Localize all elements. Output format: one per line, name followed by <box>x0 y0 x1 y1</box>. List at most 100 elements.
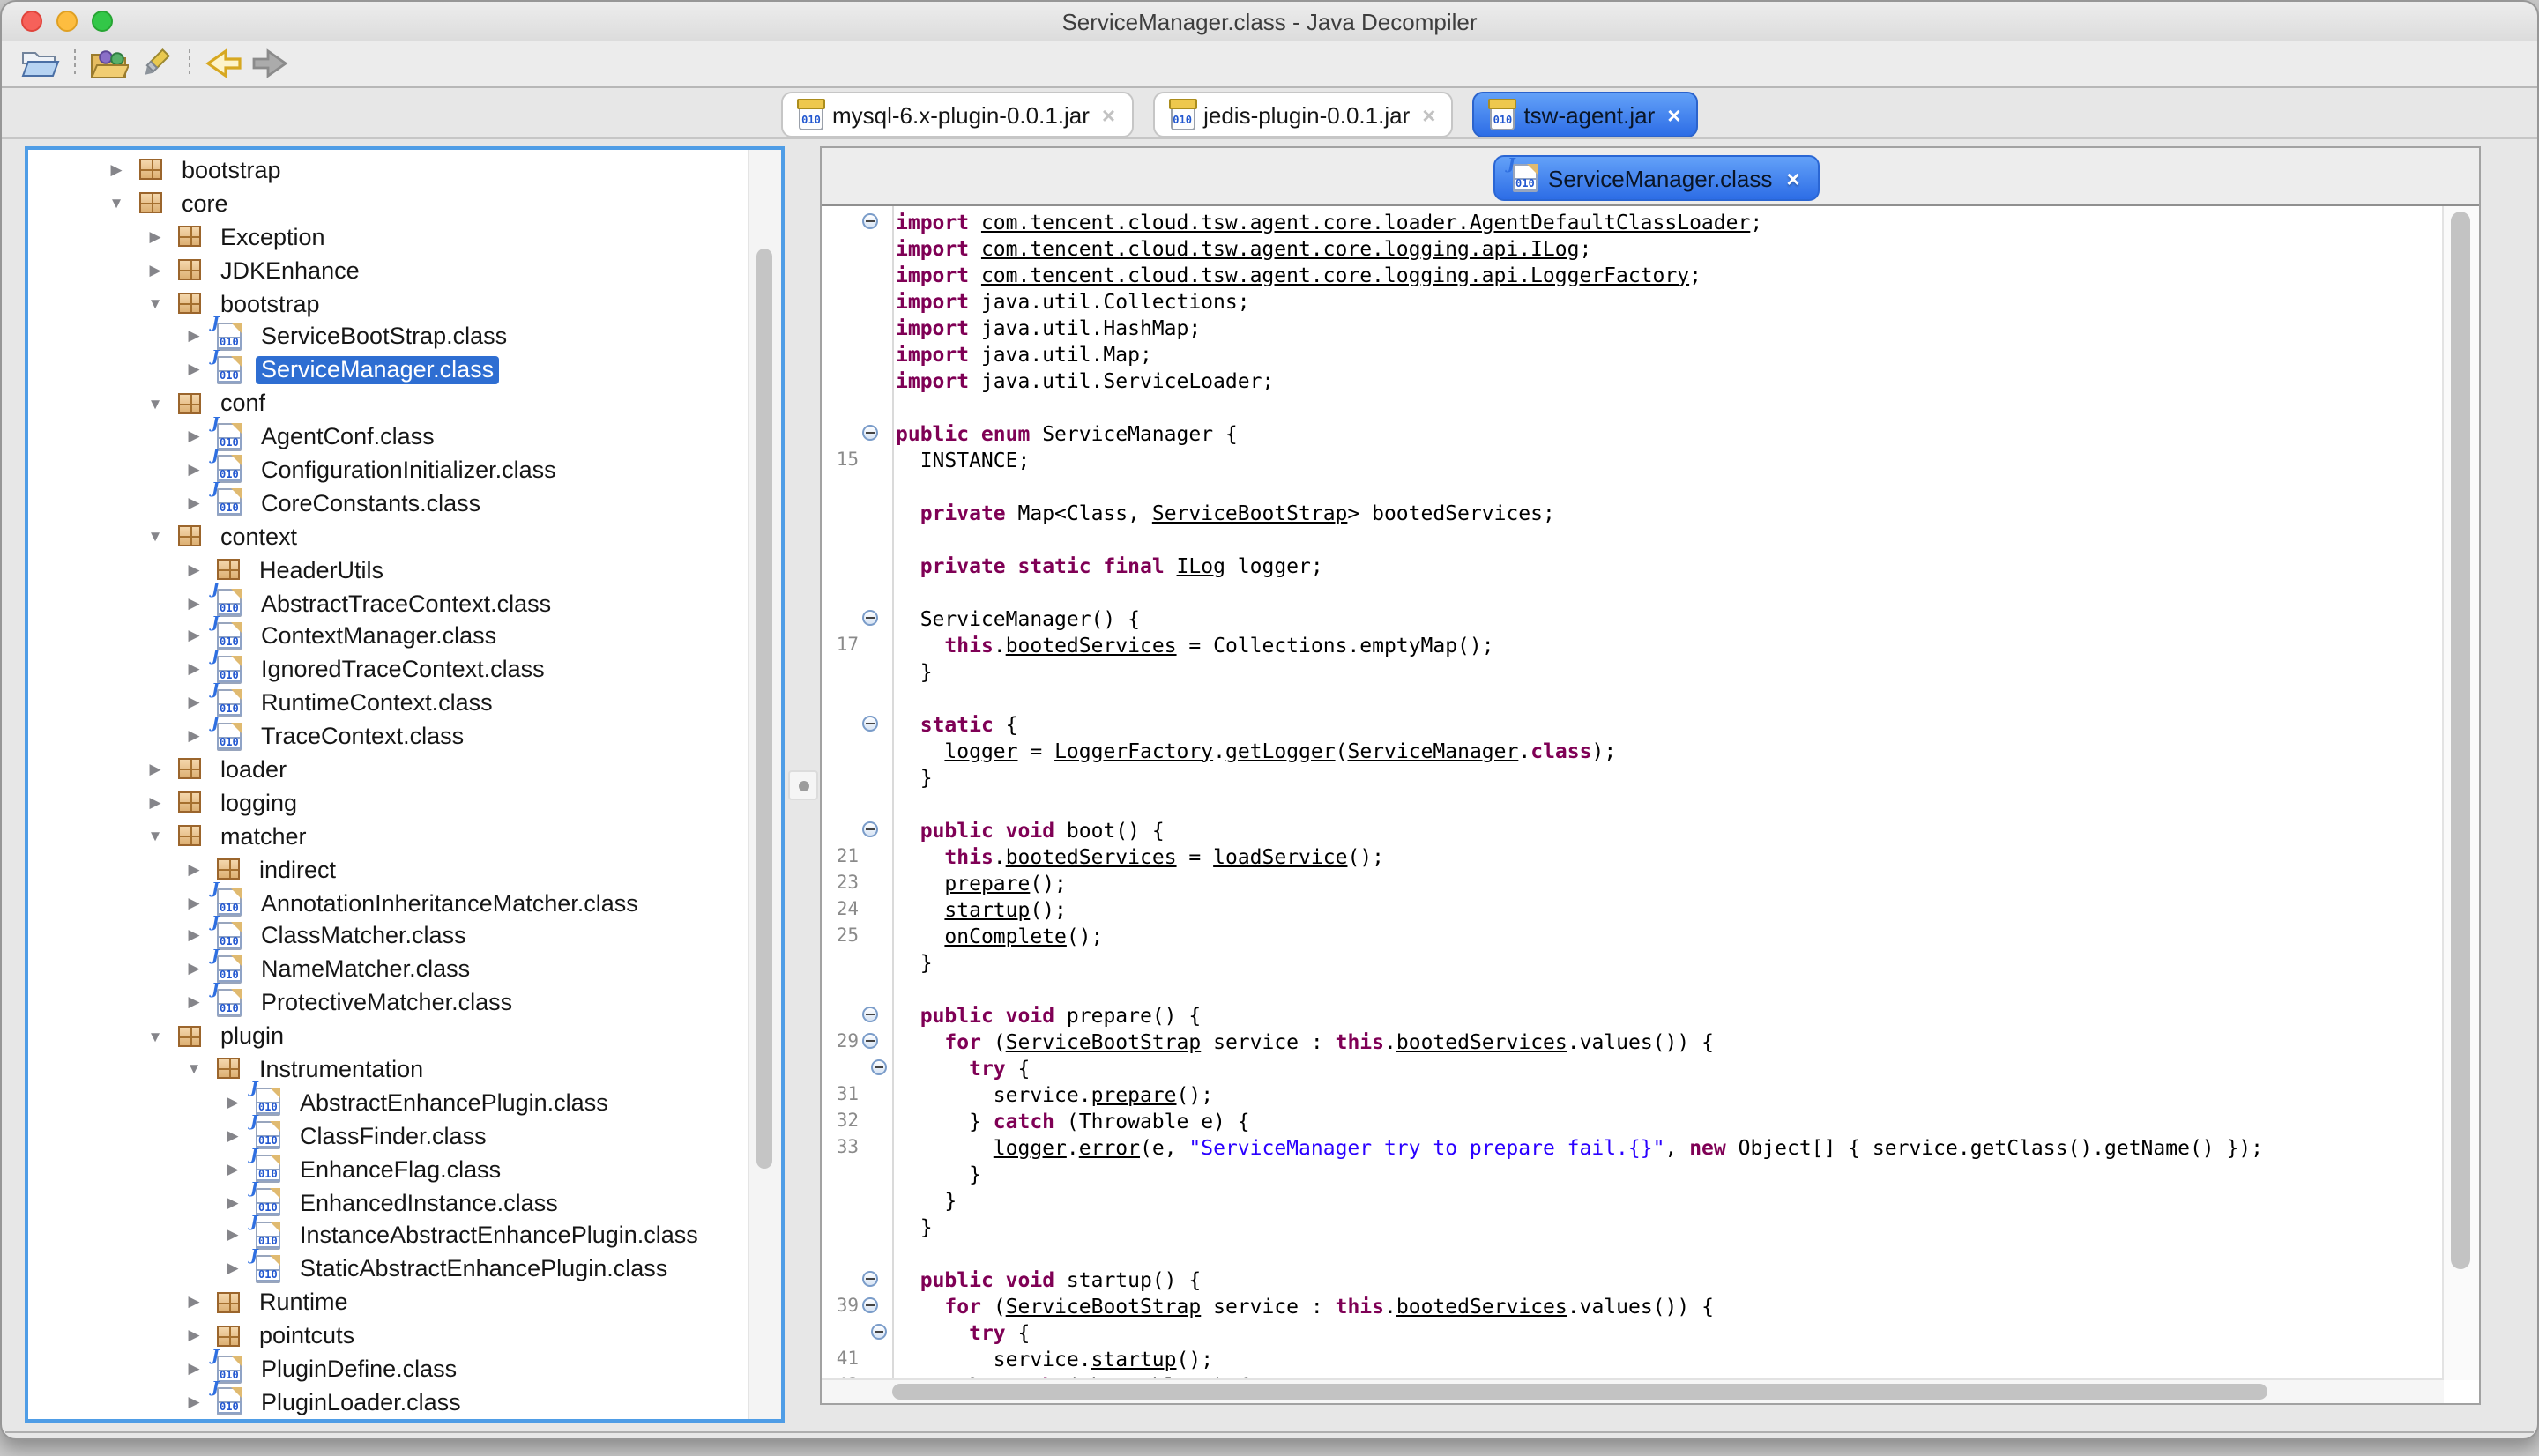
disclosure-triangle-icon[interactable]: ▶ <box>146 760 164 779</box>
tree-item[interactable]: ▶J010ProtectiveMatcher.class <box>28 986 749 1020</box>
tree-item[interactable]: ▶JDKEnhance <box>28 253 749 286</box>
tree-item[interactable]: ▶J010ContextManager.class <box>28 620 749 653</box>
open-file-button[interactable] <box>18 44 63 83</box>
disclosure-triangle-icon[interactable]: ▶ <box>185 327 203 346</box>
disclosure-triangle-icon[interactable]: ▶ <box>185 494 203 513</box>
tree-item[interactable]: ▼matcher <box>28 820 749 853</box>
code-link[interactable]: onComplete <box>944 923 1067 947</box>
open-type-button[interactable] <box>86 44 132 83</box>
code-link[interactable]: LoggerFactory <box>1054 738 1213 762</box>
code-link[interactable]: ServiceManager <box>1347 738 1518 762</box>
disclosure-triangle-icon[interactable]: ▶ <box>185 992 203 1012</box>
code-link[interactable]: com.tencent.cloud.tsw.agent.core.logging… <box>981 235 1580 260</box>
tree-item[interactable]: ▶J010ServiceManager.class <box>28 353 749 387</box>
disclosure-triangle-icon[interactable]: ▼ <box>146 394 164 412</box>
fold-collapse-icon[interactable] <box>862 1033 878 1049</box>
disclosure-triangle-icon[interactable]: ▶ <box>146 793 164 813</box>
code-link[interactable]: loadService <box>1213 843 1347 868</box>
tree-item[interactable]: ▼bootstrap <box>28 286 749 320</box>
disclosure-triangle-icon[interactable]: ▶ <box>185 693 203 712</box>
editor-hscrollbar-thumb[interactable] <box>892 1384 2267 1400</box>
tree-item[interactable]: ▶J010NameMatcher.class <box>28 953 749 986</box>
disclosure-triangle-icon[interactable]: ▼ <box>146 294 164 312</box>
close-icon[interactable]: × <box>1422 101 1435 128</box>
code-link[interactable]: prepare <box>1091 1081 1177 1106</box>
tree-item[interactable]: ▼core <box>28 187 749 220</box>
disclosure-triangle-icon[interactable]: ▶ <box>185 660 203 680</box>
jar-tab[interactable]: 010jedis-plugin-0.0.1.jar× <box>1152 92 1453 137</box>
code-link[interactable]: bootedServices <box>1396 1293 1567 1318</box>
tree-item[interactable]: ▶loader <box>28 753 749 786</box>
editor-vertical-scrollbar[interactable] <box>2442 206 2479 1380</box>
disclosure-triangle-icon[interactable]: ▶ <box>224 1192 242 1212</box>
disclosure-triangle-icon[interactable]: ▶ <box>185 1359 203 1378</box>
tree-item[interactable]: ▶J010EnhanceFlag.class <box>28 1152 749 1185</box>
tree-item[interactable]: ▶J010StaticAbstractEnhancePlugin.class <box>28 1252 749 1286</box>
tree-item[interactable]: ▶J010ServiceBootStrap.class <box>28 320 749 353</box>
jar-tab[interactable]: 010mysql-6.x-plugin-0.0.1.jar× <box>781 92 1133 137</box>
disclosure-triangle-icon[interactable]: ▶ <box>108 160 125 180</box>
tree-item[interactable]: ▶J010AnnotationInheritanceMatcher.class <box>28 886 749 919</box>
disclosure-triangle-icon[interactable]: ▶ <box>185 726 203 746</box>
disclosure-triangle-icon[interactable]: ▶ <box>146 227 164 246</box>
disclosure-triangle-icon[interactable]: ▶ <box>185 893 203 912</box>
code-link[interactable]: startup <box>944 896 1030 921</box>
code-link[interactable]: ServiceBootStrap <box>1006 1293 1202 1318</box>
tree-item[interactable]: ▼Instrumentation <box>28 1052 749 1086</box>
tree-item[interactable]: ▶J010InstanceAbstractEnhancePlugin.class <box>28 1219 749 1252</box>
disclosure-triangle-icon[interactable]: ▶ <box>224 1259 242 1279</box>
disclosure-triangle-icon[interactable]: ▶ <box>185 1393 203 1412</box>
tree-item[interactable]: ▶Exception <box>28 220 749 254</box>
tree-item[interactable]: ▶J010PluginDefine.class <box>28 1352 749 1385</box>
back-button[interactable] <box>201 44 247 83</box>
disclosure-triangle-icon[interactable]: ▶ <box>185 593 203 613</box>
fold-collapse-icon[interactable] <box>862 1297 878 1313</box>
fold-collapse-icon[interactable] <box>862 1007 878 1022</box>
disclosure-triangle-icon[interactable]: ▼ <box>146 828 164 845</box>
tree-item[interactable]: ▶J010EnhancedInstance.class <box>28 1185 749 1219</box>
tree-item[interactable]: ▶HeaderUtils <box>28 553 749 586</box>
disclosure-triangle-icon[interactable]: ▶ <box>224 1093 242 1112</box>
tree-item[interactable]: ▶J010PluginLoader.class <box>28 1385 749 1419</box>
code-link[interactable]: ILog <box>1177 553 1225 577</box>
disclosure-triangle-icon[interactable]: ▶ <box>185 1292 203 1311</box>
code-link[interactable]: logger <box>994 1134 1067 1159</box>
tree-item[interactable]: ▼context <box>28 520 749 553</box>
editor-tab-servicemanager[interactable]: J010 ServiceManager.class × <box>1493 155 1820 201</box>
disclosure-triangle-icon[interactable]: ▼ <box>146 527 164 545</box>
disclosure-triangle-icon[interactable]: ▼ <box>108 195 125 212</box>
disclosure-triangle-icon[interactable]: ▶ <box>185 560 203 579</box>
code-link[interactable]: error <box>1079 1134 1140 1159</box>
code-link[interactable]: logger <box>944 738 1017 762</box>
code-link[interactable]: startup <box>1091 1346 1177 1371</box>
disclosure-triangle-icon[interactable]: ▶ <box>224 1159 242 1178</box>
tree-item[interactable]: ▶J010RuntimeContext.class <box>28 687 749 720</box>
tree-item[interactable]: ▼conf <box>28 386 749 420</box>
disclosure-triangle-icon[interactable]: ▼ <box>146 1027 164 1044</box>
code-link[interactable]: ServiceBootStrap <box>1006 1029 1202 1053</box>
tree-item[interactable]: ▶logging <box>28 786 749 820</box>
tree-item[interactable]: ▶pointcuts <box>28 1319 749 1352</box>
disclosure-triangle-icon[interactable]: ▶ <box>185 960 203 979</box>
close-icon[interactable]: × <box>1102 101 1115 128</box>
disclosure-triangle-icon[interactable]: ▶ <box>185 427 203 446</box>
package-tree[interactable]: ▶bootstrap▼core▶Exception▶JDKEnhance▼boo… <box>28 150 749 1419</box>
tree-item[interactable]: ▼plugin <box>28 1019 749 1052</box>
code-link[interactable]: bootedServices <box>1006 632 1177 657</box>
code-link[interactable]: bootedServices <box>1006 843 1177 868</box>
search-button[interactable] <box>132 44 178 83</box>
disclosure-triangle-icon[interactable]: ▶ <box>185 926 203 946</box>
tree-item[interactable]: ▶J010CoreConstants.class <box>28 487 749 520</box>
code-link[interactable]: bootedServices <box>1396 1029 1567 1053</box>
fold-collapse-icon[interactable] <box>862 610 878 626</box>
tree-item[interactable]: ▶J010AbstractEnhancePlugin.class <box>28 1086 749 1119</box>
split-pane-handle[interactable] <box>788 770 818 800</box>
tree-item[interactable]: ▶J010ClassMatcher.class <box>28 919 749 953</box>
code-link[interactable]: com.tencent.cloud.tsw.agent.core.logging… <box>981 262 1689 286</box>
disclosure-triangle-icon[interactable]: ▶ <box>224 1226 242 1245</box>
editor-horizontal-scrollbar[interactable] <box>822 1378 2444 1403</box>
disclosure-triangle-icon[interactable]: ▶ <box>224 1126 242 1146</box>
code-link[interactable]: ServiceBootStrap <box>1152 500 1348 524</box>
fold-collapse-icon[interactable] <box>862 425 878 441</box>
disclosure-triangle-icon[interactable]: ▶ <box>146 260 164 279</box>
